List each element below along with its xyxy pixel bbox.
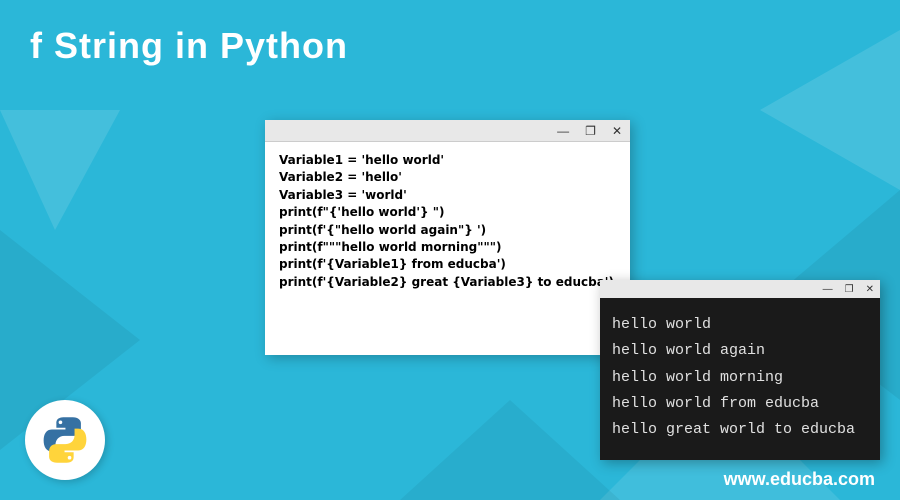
terminal-output-window: — ❐ ✕ hello world hello world again hell… [600, 280, 880, 460]
code-window-titlebar: — ❐ ✕ [265, 120, 630, 142]
output-content: hello world hello world again hello worl… [600, 298, 880, 457]
output-line: hello great world to educba [612, 417, 868, 443]
footer-url: www.educba.com [724, 469, 875, 490]
code-content: Variable1 = 'hello world' Variable2 = 'h… [265, 142, 630, 301]
maximize-icon[interactable]: ❐ [845, 284, 854, 295]
close-icon[interactable]: ✕ [866, 284, 874, 295]
code-line: Variable3 = 'world' [279, 187, 616, 204]
code-line: Variable1 = 'hello world' [279, 152, 616, 169]
minimize-icon[interactable]: — [557, 124, 569, 138]
output-window-titlebar: — ❐ ✕ [600, 280, 880, 298]
output-line: hello world [612, 312, 868, 338]
python-logo [25, 400, 105, 480]
code-line: print(f"""hello world morning""") [279, 239, 616, 256]
minimize-icon[interactable]: — [823, 284, 833, 295]
page-title: f String in Python [30, 25, 348, 67]
output-line: hello world morning [612, 365, 868, 391]
code-line: print(f'{Variable2} great {Variable3} to… [279, 274, 616, 291]
code-line: print(f'{Variable1} from educba') [279, 256, 616, 273]
output-line: hello world again [612, 338, 868, 364]
output-line: hello world from educba [612, 391, 868, 417]
close-icon[interactable]: ✕ [612, 124, 622, 138]
code-line: Variable2 = 'hello' [279, 169, 616, 186]
code-line: print(f"{'hello world'} ") [279, 204, 616, 221]
code-editor-window: — ❐ ✕ Variable1 = 'hello world' Variable… [265, 120, 630, 355]
python-logo-icon [40, 415, 90, 465]
maximize-icon[interactable]: ❐ [585, 124, 596, 138]
code-line: print(f'{"hello world again"} ') [279, 222, 616, 239]
